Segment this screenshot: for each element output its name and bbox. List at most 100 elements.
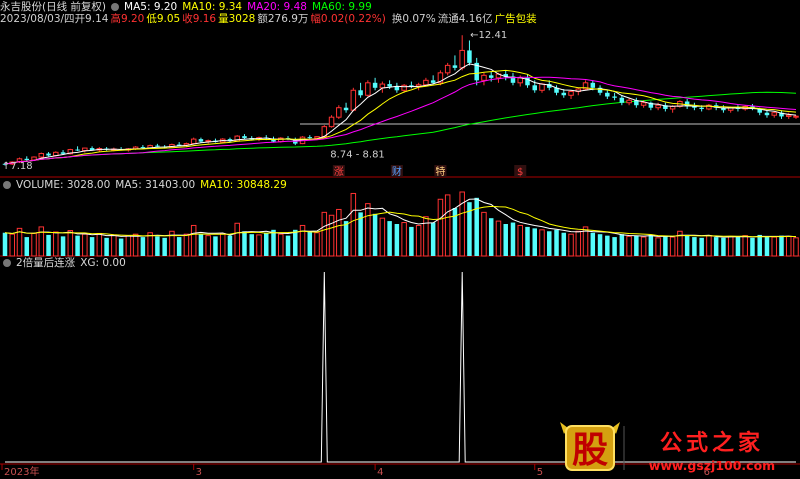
volume-bar (321, 211, 328, 257)
volume-bar (539, 229, 545, 257)
volume-bar (619, 234, 625, 256)
volume-bar (699, 237, 704, 256)
candle (437, 70, 444, 86)
candles[interactable] (2, 35, 799, 166)
candle (481, 72, 487, 86)
candle-body (459, 49, 465, 69)
volume-bar (568, 233, 574, 257)
info-sector[interactable]: 广告包装 (495, 13, 537, 25)
candle (467, 40, 472, 66)
volume-bar (430, 222, 436, 256)
candle-body (771, 112, 777, 116)
volume-bar (459, 191, 465, 257)
candle (82, 147, 88, 153)
volume-bar (750, 237, 755, 256)
candle-body (619, 97, 625, 103)
watermark-glyph: 股 (572, 430, 608, 471)
settings-icon[interactable] (111, 3, 120, 11)
volume-bar (640, 236, 647, 257)
ma5-value: MA5: 9.20 (124, 1, 178, 13)
candle-body (605, 92, 610, 97)
candle-body (488, 75, 494, 78)
volume-bar (46, 234, 51, 256)
chart-canvas: 2023年 3 4 5 6 ←12.418.74 - 8.81↑7.18涨财特 $ (0, 30, 800, 478)
high-price-label: ←12.41 (470, 30, 507, 41)
volume-bar (757, 234, 762, 256)
candle (46, 152, 51, 157)
candle (430, 75, 436, 85)
candle (227, 137, 233, 143)
volume-bar (53, 231, 59, 257)
candle-body (394, 86, 400, 91)
volume-bar (299, 224, 306, 257)
info-low: 低9.05 (146, 13, 181, 25)
indicator-settings-icon[interactable] (3, 259, 11, 267)
info-date: 2023/08/03/四 (0, 13, 75, 25)
candle (24, 156, 30, 161)
volume-bar (415, 224, 422, 257)
ma10-value: MA10: 9.34 (182, 1, 243, 13)
volume-settings-icon[interactable] (3, 181, 11, 189)
candle-body (24, 158, 30, 161)
info-close: 收9.16 (182, 13, 217, 25)
volume-bar (176, 237, 182, 256)
volume-bar (771, 236, 777, 257)
candle (525, 74, 530, 88)
info-change: 幅0.02(0.22%) (310, 13, 386, 25)
candle-body (60, 152, 66, 154)
volume-bar (597, 234, 603, 256)
candle-body (387, 84, 392, 87)
volume-bar (162, 237, 167, 256)
volume-bar (75, 235, 80, 256)
candle (38, 152, 45, 159)
candle (619, 95, 625, 106)
volume-bar (350, 192, 357, 257)
candle-body (669, 105, 676, 110)
volume-bar (793, 237, 799, 257)
volume-bar (648, 234, 654, 256)
volume-bar (706, 235, 712, 257)
volume-bar (263, 232, 269, 256)
volume-bar (692, 237, 697, 256)
volume-bar (590, 232, 596, 256)
volume-value: VOLUME: 3028.00 (16, 179, 111, 191)
candle (343, 102, 349, 113)
volume-bar (190, 224, 197, 257)
candle (452, 55, 458, 71)
event-marker-label: 特 (435, 166, 445, 178)
volume-bar (626, 235, 632, 257)
candle-body (82, 147, 88, 152)
candle-body (481, 74, 487, 81)
low-price-label: ↑7.18 (2, 161, 33, 172)
volume-bar (379, 217, 386, 257)
candle (582, 80, 589, 91)
volume-bar (663, 235, 668, 256)
candle (568, 90, 574, 99)
volume-bar (444, 194, 451, 257)
volume-bar (669, 236, 676, 257)
volume-bar (147, 232, 153, 257)
event-marker-label: 财 (392, 165, 402, 178)
candle-body (328, 116, 335, 128)
volume-bar (227, 235, 233, 256)
stock-name: 永吉股份(日线 前复权) (0, 1, 107, 13)
candle-body (343, 107, 349, 111)
candle (104, 147, 109, 151)
info-amount: 额276.9万 (257, 13, 309, 25)
volume-bar (517, 224, 523, 257)
volume-bar (401, 222, 407, 257)
candle-body (793, 115, 799, 118)
volume-bars[interactable] (2, 191, 799, 257)
volume-bar (488, 218, 494, 256)
indicator-name: 2倍量后连涨 (16, 257, 76, 269)
candle-body (401, 84, 407, 91)
volume-bar (634, 235, 639, 256)
event-marker-label: 涨 (334, 166, 344, 178)
candle-body (699, 107, 704, 109)
candle-body (655, 104, 661, 109)
candle (785, 112, 792, 119)
volume-bar (409, 226, 414, 256)
volume-bar (612, 237, 617, 256)
volume-bar (104, 237, 109, 256)
candle-body (155, 145, 160, 147)
